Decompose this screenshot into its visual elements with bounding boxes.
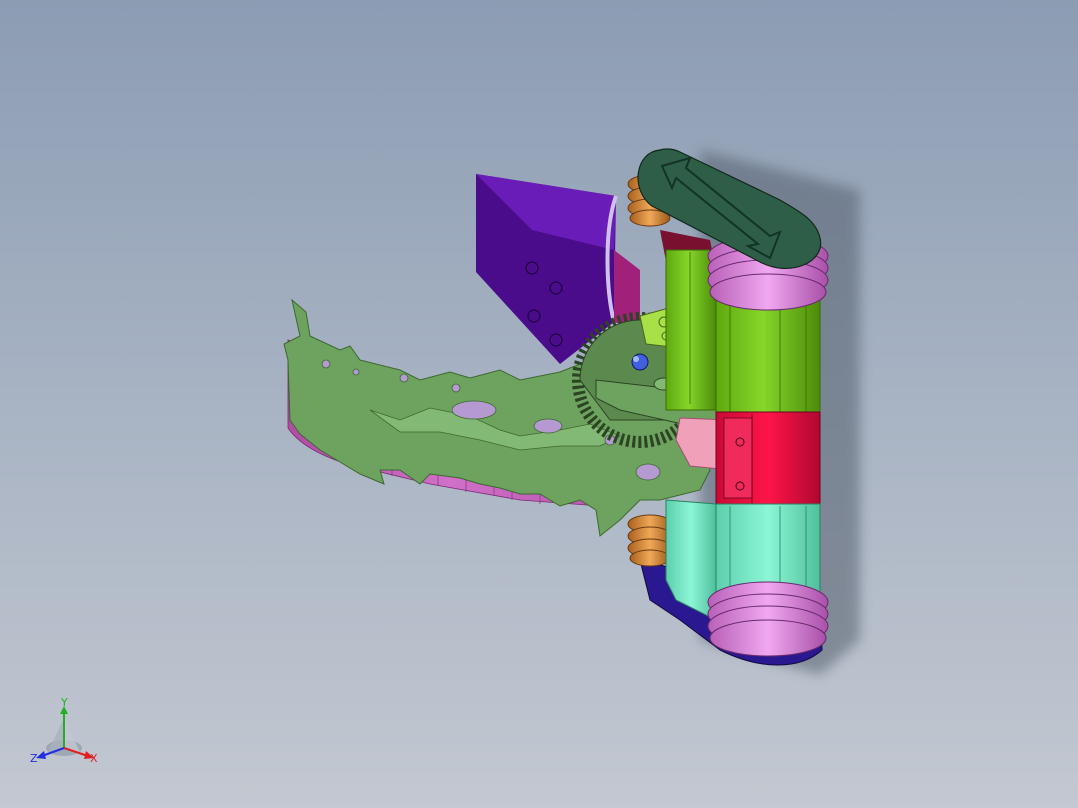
pink-ring-stack-bottom [707, 581, 829, 657]
3d-model-gripper-assembly[interactable] [0, 0, 1078, 808]
z-axis-label: Z [30, 752, 38, 765]
y-axis-label: Y [60, 696, 68, 709]
cad-3d-viewport[interactable]: Y X Z [0, 0, 1078, 808]
red-roller [715, 411, 821, 505]
orange-spring-bottom [627, 514, 673, 567]
x-axis-label: X [90, 752, 98, 765]
orientation-triad[interactable]: Y X Z [28, 696, 104, 768]
